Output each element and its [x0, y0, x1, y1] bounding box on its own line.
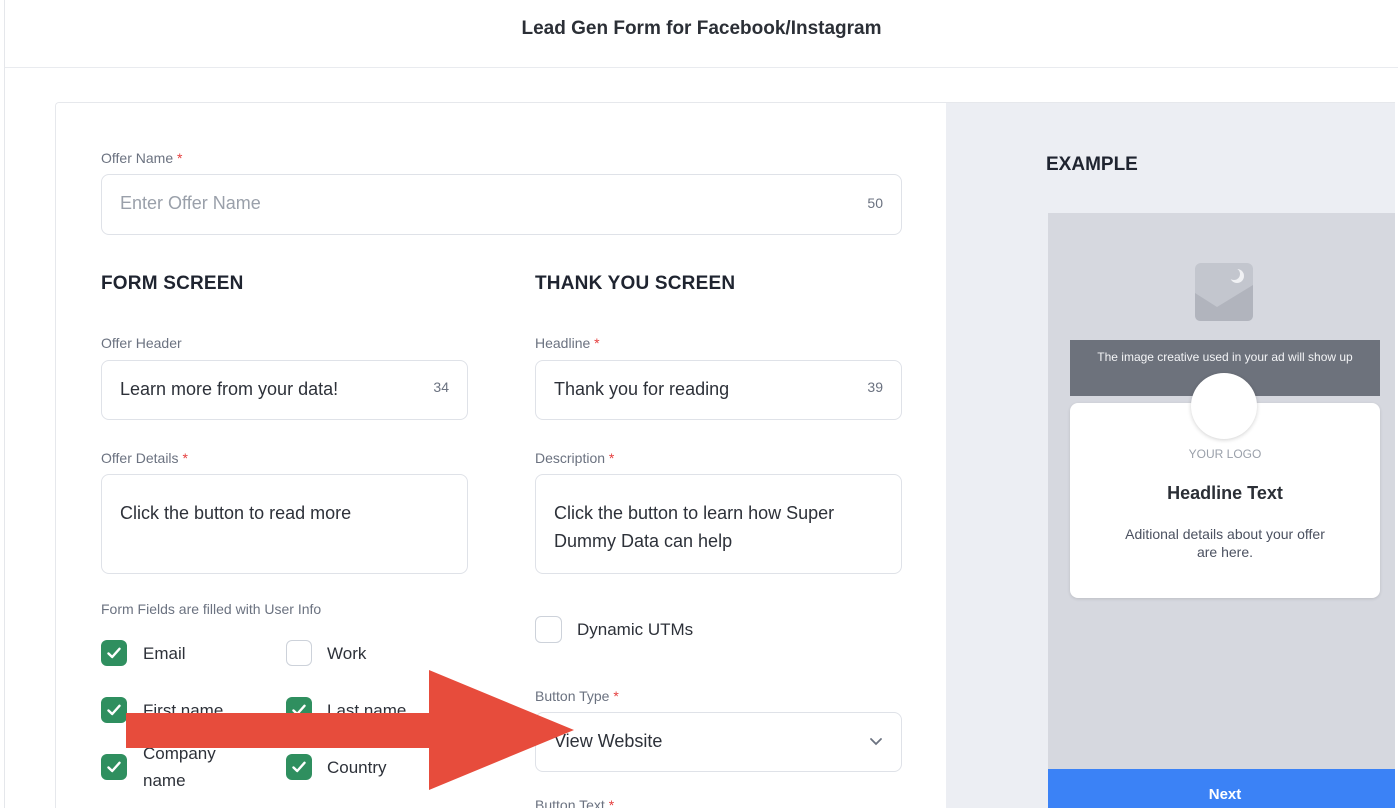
offer-name-input[interactable]: Enter Offer Name 50 [101, 174, 902, 235]
logo-avatar [1191, 373, 1257, 439]
form-screen-heading: FORM SCREEN [101, 273, 244, 294]
annotation-arrow [126, 670, 574, 790]
form-fields-note: Form Fields are filled with User Info [101, 601, 322, 617]
char-counter: 50 [867, 195, 883, 211]
dynamic-utms-label: Dynamic UTMs [577, 620, 694, 639]
offer-name-label: Offer Name * [101, 150, 182, 166]
lead-gen-modal: Lead Gen Form for Facebook/Instagram Off… [4, 0, 1398, 808]
email-label: Email [143, 644, 186, 663]
offer-details-label: Offer Details * [101, 450, 188, 466]
preview-details: Aditional details about your offer are h… [1125, 526, 1325, 560]
check-icon [107, 761, 121, 773]
phone-preview: The image creative used in your ad will … [1048, 213, 1395, 808]
offer-name-placeholder: Enter Offer Name [120, 193, 261, 213]
offer-details-label-text: Offer Details [101, 450, 179, 466]
chevron-down-icon [870, 738, 882, 746]
headline-value: Thank you for reading [554, 379, 730, 399]
modal-title: Lead Gen Form for Facebook/Instagram [521, 17, 882, 39]
offer-header-label: Offer Header [101, 335, 182, 351]
offer-details-textarea[interactable]: Click the button to read more [101, 474, 468, 574]
required-marker: * [177, 150, 183, 166]
offer-name-label-text: Offer Name [101, 150, 174, 166]
modal-header: Lead Gen Form for Facebook/Instagram [5, 0, 1398, 68]
required-marker: * [613, 688, 619, 704]
dynamic-utms-checkbox[interactable] [535, 616, 562, 643]
preview-headline: Headline Text [1167, 483, 1283, 503]
required-marker: * [182, 450, 188, 466]
example-heading: EXAMPLE [1046, 154, 1138, 175]
offer-details-value: Click the button to read more [120, 503, 352, 523]
description-label: Description * [535, 450, 614, 466]
next-button[interactable]: Next [1048, 769, 1395, 808]
button-text-label: Button Text * [535, 797, 614, 808]
button-text-label-text: Button Text [535, 797, 605, 808]
preview-pane: EXAMPLE The image creative used in your … [946, 103, 1395, 808]
check-icon [107, 704, 121, 716]
required-marker: * [608, 797, 615, 808]
company-name-checkbox[interactable] [101, 754, 127, 780]
image-placeholder-icon [1195, 263, 1253, 321]
work-checkbox[interactable] [286, 640, 312, 666]
char-counter: 34 [433, 379, 449, 395]
required-marker: * [594, 335, 600, 351]
offer-header-value: Learn more from your data! [120, 379, 339, 399]
your-logo-text: YOUR LOGO [1188, 447, 1262, 461]
headline-input[interactable]: Thank you for reading 39 [535, 360, 902, 420]
description-value: Click the button to learn how Super Dumm… [554, 503, 835, 551]
required-marker: * [608, 450, 615, 466]
form-pane: Offer Name * Enter Offer Name 50 FORM SC… [56, 103, 946, 808]
description-textarea[interactable]: Click the button to learn how Super Dumm… [535, 474, 902, 574]
offer-header-input[interactable]: Learn more from your data! 34 [101, 360, 468, 420]
email-checkbox[interactable] [101, 640, 127, 666]
work-label: Work [327, 644, 367, 663]
form-card: Offer Name * Enter Offer Name 50 FORM SC… [55, 102, 1395, 808]
button-type-select[interactable]: View Website [535, 712, 902, 772]
headline-label: Headline * [535, 335, 600, 351]
description-label-text: Description [535, 450, 606, 466]
char-counter: 39 [867, 379, 883, 395]
first-name-checkbox[interactable] [101, 697, 127, 723]
headline-label-text: Headline [535, 335, 591, 351]
check-icon [107, 647, 121, 659]
thank-you-screen-heading: THANK YOU SCREEN [535, 273, 736, 294]
